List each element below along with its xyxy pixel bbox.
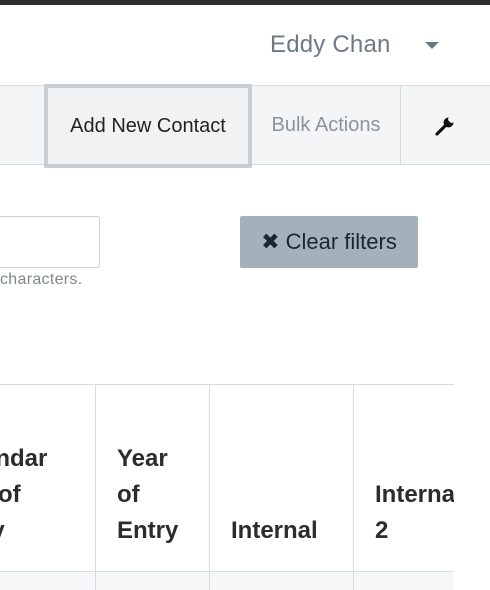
search-help-text: characters.: [0, 271, 83, 288]
column-header-year-of-entry[interactable]: Year of Entry: [96, 385, 210, 571]
column-header-calendar-year-of-entry[interactable]: endar r of ry: [0, 385, 96, 571]
table-row[interactable]: [0, 571, 454, 590]
user-menu[interactable]: Eddy Chan: [0, 5, 490, 85]
column-header-internal-2[interactable]: Interna 2: [354, 385, 454, 571]
chevron-down-icon[interactable]: [425, 42, 439, 49]
column-header-label: Interna 2: [375, 481, 454, 544]
add-new-contact-button[interactable]: Add New Contact: [44, 84, 252, 168]
clear-filters-label: Clear filters: [285, 229, 397, 254]
clear-filters-button[interactable]: ✖ Clear filters: [240, 216, 418, 268]
column-header-internal[interactable]: Internal: [210, 385, 354, 571]
contacts-table: endar r of ry Year of Entry Internal Int…: [0, 384, 454, 590]
bulk-actions-button[interactable]: Bulk Actions: [252, 86, 401, 164]
toolbar: Add New Contact Bulk Actions: [0, 84, 490, 168]
settings-button[interactable]: [401, 86, 490, 164]
column-header-label: Internal: [231, 517, 318, 544]
user-name[interactable]: Eddy Chan: [270, 31, 391, 59]
table-cell: [0, 572, 96, 590]
table-cell: [210, 572, 354, 590]
close-icon: ✖: [261, 229, 280, 254]
search-input[interactable]: [0, 216, 100, 268]
column-header-label: endar r of ry: [0, 445, 48, 544]
column-header-label: Year of Entry: [117, 445, 179, 544]
table-cell: [96, 572, 210, 590]
wrench-icon: [434, 117, 453, 136]
